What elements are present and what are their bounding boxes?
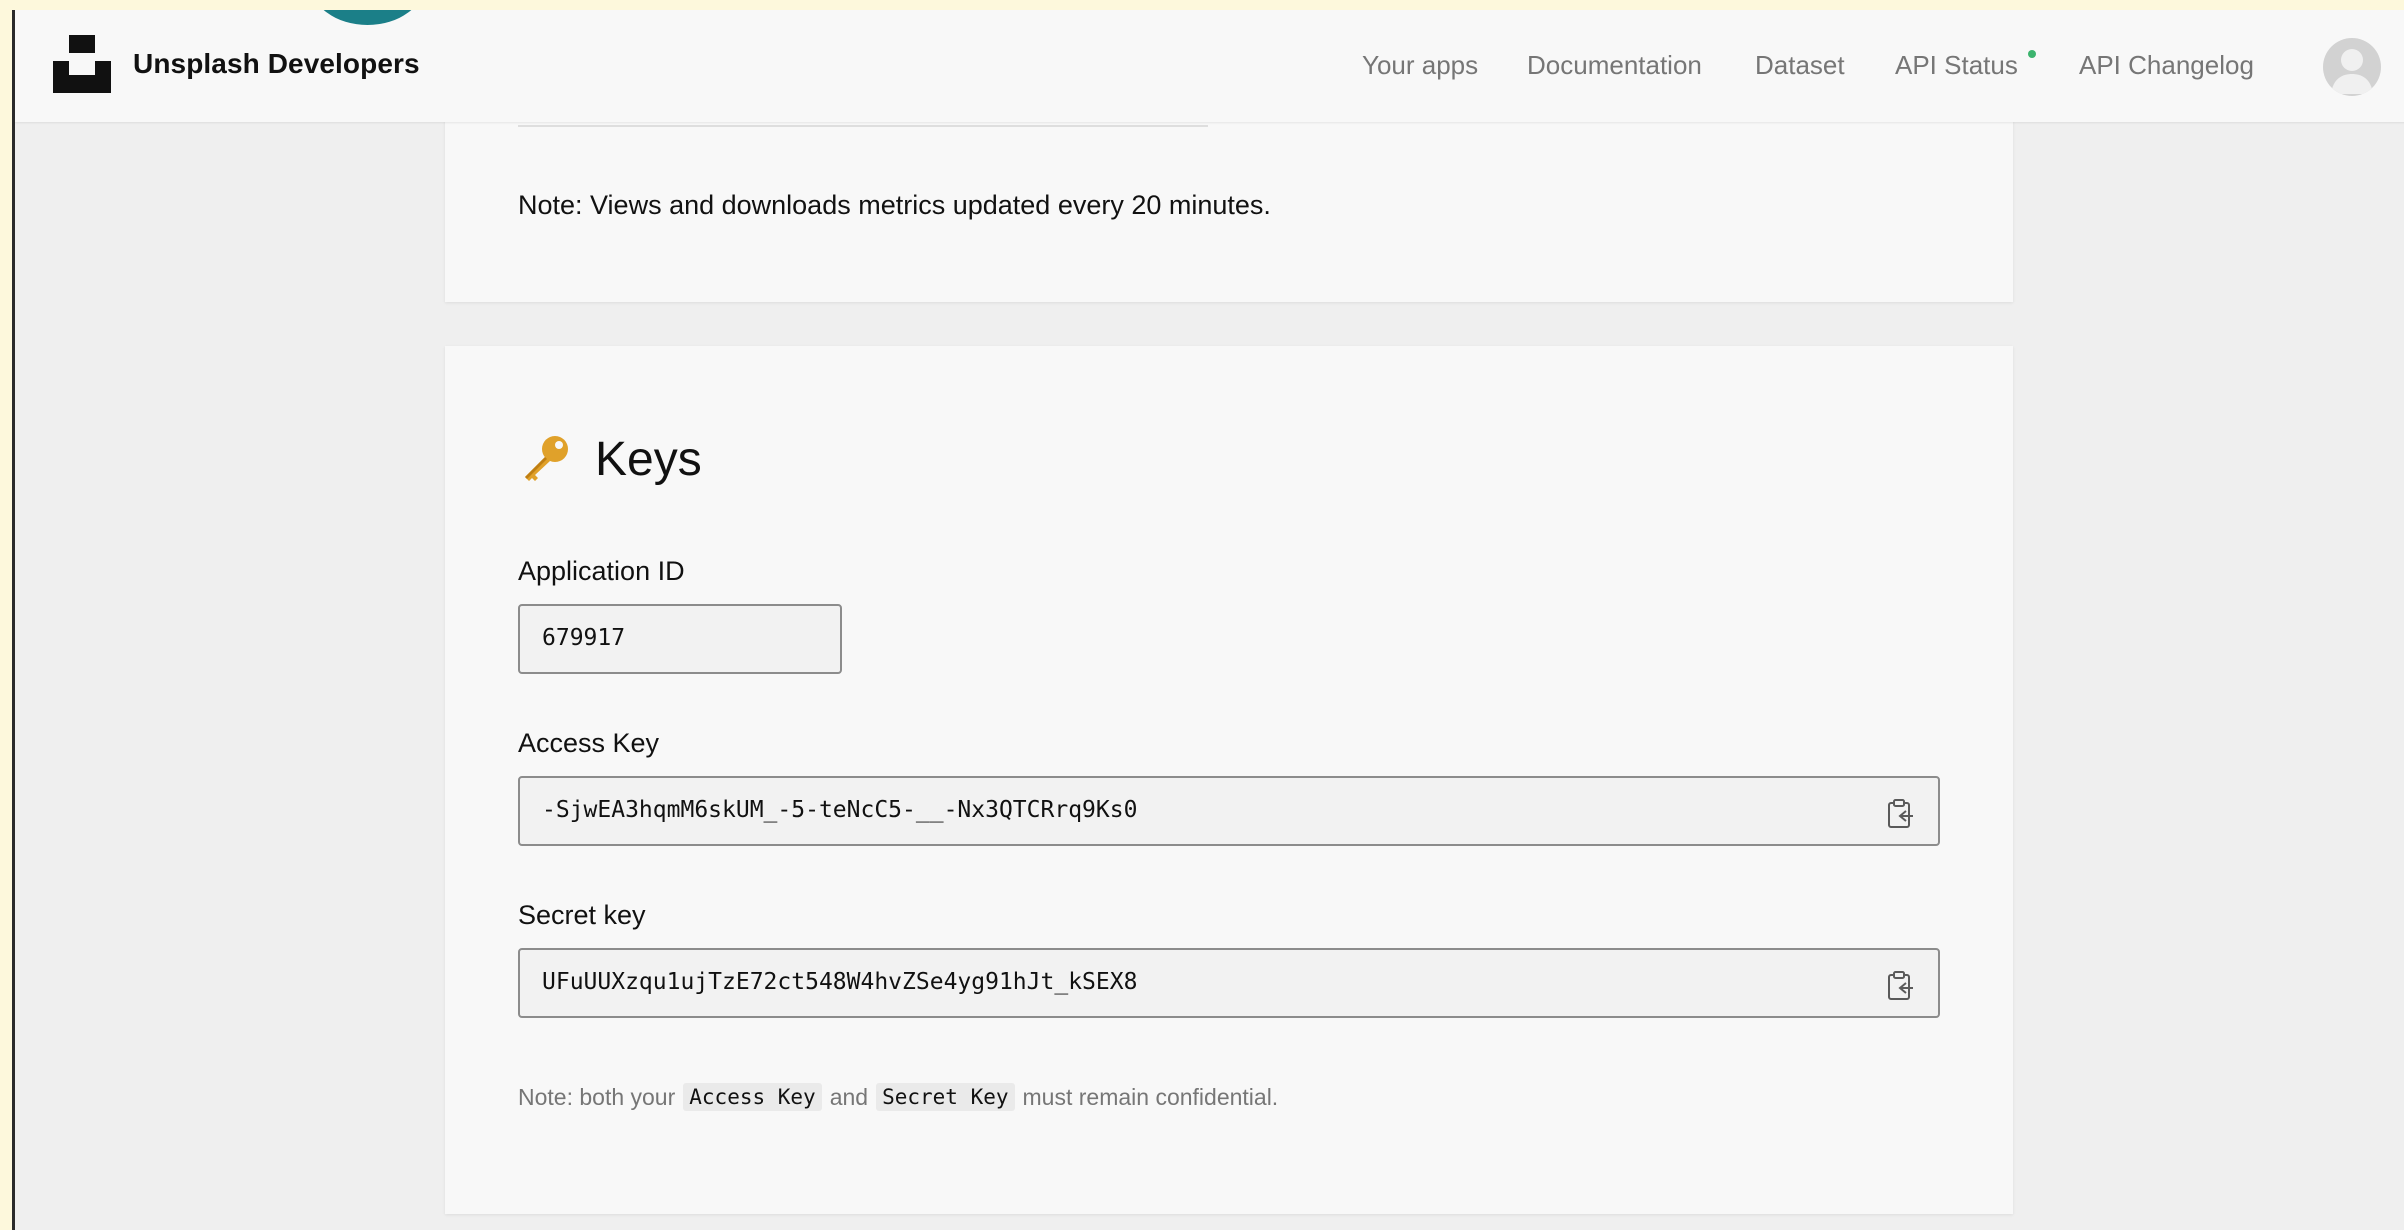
browser-viewport: Unsplash Developers Your apps Documentat…: [12, 10, 2404, 1230]
note-suffix: must remain confidential.: [1022, 1083, 1279, 1110]
nav-your-apps[interactable]: Your apps: [1362, 50, 1478, 81]
user-avatar[interactable]: [2323, 38, 2381, 96]
metrics-divider: [518, 125, 1208, 127]
nav-api-status[interactable]: API Status: [1895, 50, 2018, 81]
note-and: and: [829, 1083, 869, 1110]
nav-api-changelog[interactable]: API Changelog: [2079, 50, 2254, 81]
secret-key-code: Secret Key: [876, 1083, 1015, 1111]
nav-documentation[interactable]: Documentation: [1527, 50, 1702, 81]
access-key-value: -SjwEA3hqmM6skUM_-5-teNcC5-__-Nx3QTCRrq9…: [542, 797, 1138, 823]
secret-key-field[interactable]: UFuUUXzqu1ujTzE72ct548W4hvZSe4yg91hJt_kS…: [518, 948, 1940, 1018]
note-prefix: Note: both your: [518, 1083, 676, 1110]
top-navigation-bar: Unsplash Developers Your apps Documentat…: [15, 10, 2404, 122]
application-id-label: Application ID: [518, 556, 685, 586]
api-status-indicator-dot: [2028, 50, 2036, 58]
access-key-label: Access Key: [518, 728, 660, 758]
brand-name: Unsplash Developers: [133, 48, 420, 79]
keys-card: Keys Application ID 679917 Access Key -S…: [445, 346, 2013, 1214]
brand-logo-link[interactable]: Unsplash Developers: [53, 35, 420, 93]
user-icon: [2331, 49, 2373, 94]
nav-dataset[interactable]: Dataset: [1755, 50, 1845, 81]
access-key-field[interactable]: -SjwEA3hqmM6skUM_-5-teNcC5-__-Nx3QTCRrq9…: [518, 776, 1940, 846]
keys-title: Keys: [595, 432, 702, 486]
clipboard-icon[interactable]: [1886, 798, 1916, 830]
application-id-value: 679917: [542, 625, 626, 651]
access-key-code: Access Key: [683, 1083, 822, 1111]
keys-heading: Keys: [517, 431, 702, 487]
key-icon: [517, 431, 573, 487]
confidentiality-note: Note: both your Access Key and Secret Ke…: [518, 1083, 1278, 1111]
clipboard-icon[interactable]: [1886, 970, 1916, 1002]
unsplash-logo-icon: [53, 35, 111, 93]
secret-key-label: Secret key: [518, 900, 646, 930]
application-id-field[interactable]: 679917: [518, 604, 842, 674]
metrics-note: Note: Views and downloads metrics update…: [518, 190, 1271, 220]
secret-key-value: UFuUUXzqu1ujTzE72ct548W4hvZSe4yg91hJt_kS…: [542, 969, 1138, 995]
